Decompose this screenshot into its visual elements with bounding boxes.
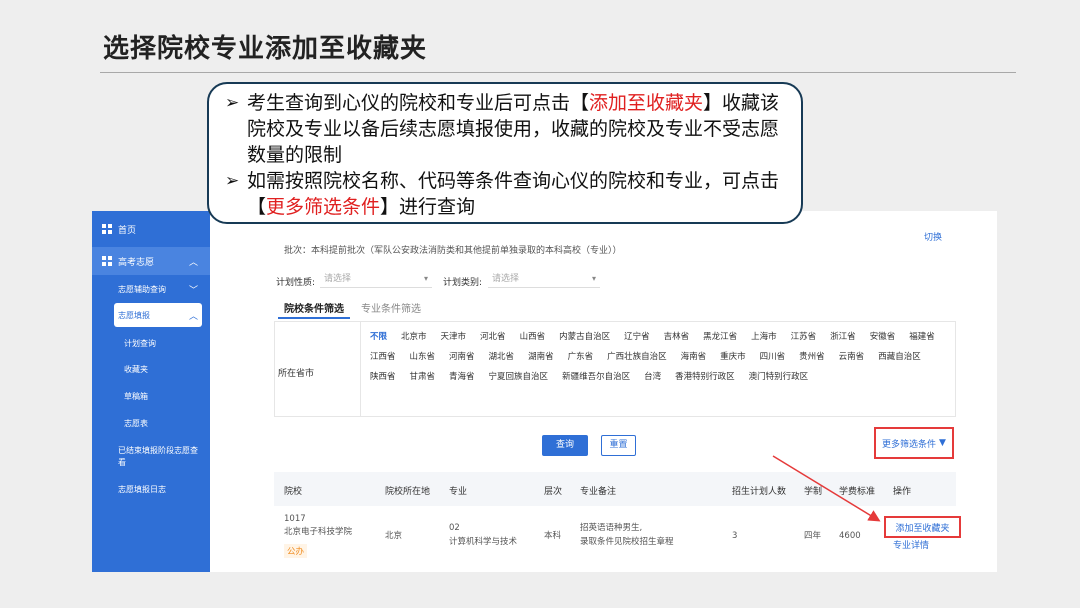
callout-bullet-2: ➢ 如需按照院校名称、代码等条件查询心仪的院校和专业，可点击【更多筛选条件】进行查… [223, 168, 787, 220]
callout-text: 】进行查询 [380, 196, 476, 218]
instruction-callout: ➢ 考生查询到心仪的院校和专业后可点击【添加至收藏夹】收藏该院校及专业以备后续志愿… [207, 82, 803, 224]
arrow-bullet-icon: ➢ [225, 171, 240, 191]
callout-highlight: 更多筛选条件 [266, 196, 381, 218]
callout-highlight: 添加至收藏夹 [589, 92, 704, 114]
callout-text: 考生查询到心仪的院校和专业后可点击【 [247, 92, 590, 114]
callout-bullet-1: ➢ 考生查询到心仪的院校和专业后可点击【添加至收藏夹】收藏该院校及专业以备后续志愿… [223, 90, 787, 168]
arrow-bullet-icon: ➢ [225, 93, 240, 113]
